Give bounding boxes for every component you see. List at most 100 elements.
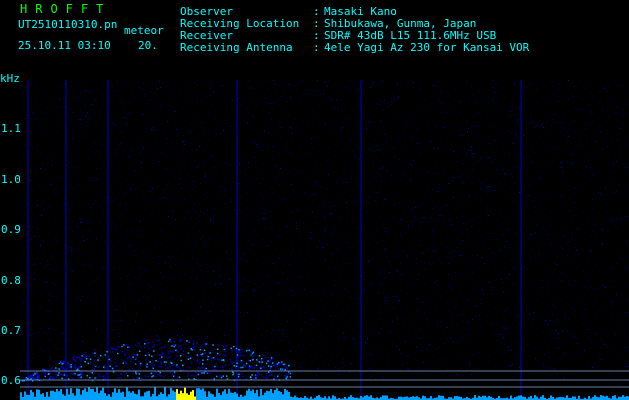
noise-pixel [508, 346, 509, 347]
echo-pixel [76, 356, 78, 359]
noise-pixel [404, 174, 405, 175]
noise-pixel [373, 232, 374, 233]
echo-pixel [91, 369, 93, 371]
spectrum-bar [116, 392, 118, 400]
spectrogram[interactable] [20, 80, 629, 400]
noise-pixel [78, 98, 79, 99]
noise-pixel [226, 251, 227, 252]
noise-pixel [167, 198, 168, 199]
noise-pixel [321, 250, 322, 251]
noise-pixel [343, 332, 344, 333]
noise-pixel [155, 142, 156, 143]
noise-pixel [322, 288, 323, 289]
noise-pixel [282, 273, 283, 274]
echo-pixel [173, 340, 175, 343]
noise-pixel [549, 366, 550, 367]
spectrum-bar [266, 390, 268, 400]
noise-pixel [85, 191, 86, 192]
noise-pixel [128, 156, 129, 157]
noise-pixel [238, 282, 239, 283]
noise-pixel [119, 267, 120, 268]
noise-pixel [381, 168, 382, 169]
noise-pixel [179, 155, 180, 156]
spectrum-bar [600, 395, 602, 400]
noise-pixel [451, 289, 452, 290]
noise-pixel [332, 325, 333, 326]
noise-pixel [452, 341, 453, 342]
noise-pixel [552, 273, 553, 274]
noise-pixel [212, 319, 213, 320]
noise-pixel [454, 229, 455, 230]
noise-pixel [463, 375, 464, 376]
noise-pixel [41, 215, 42, 216]
noise-pixel [541, 99, 542, 100]
noise-pixel [507, 308, 508, 309]
noise-pixel [68, 331, 69, 332]
echo-pixel [155, 360, 157, 362]
spectrum-bar [416, 396, 418, 400]
echo-pixel [286, 367, 289, 369]
noise-pixel [31, 247, 32, 248]
spectrum-bar [192, 390, 194, 400]
noise-pixel [494, 190, 495, 191]
noise-pixel [514, 166, 515, 167]
noise-pixel [566, 132, 567, 133]
noise-pixel [319, 324, 320, 325]
noise-pixel [410, 327, 411, 328]
spectrum-bar [204, 391, 206, 400]
noise-pixel [277, 283, 278, 284]
noise-pixel [373, 82, 374, 83]
noise-pixel [318, 368, 319, 369]
noise-pixel [348, 263, 349, 264]
noise-pixel [564, 134, 565, 135]
noise-pixel [200, 239, 201, 240]
noise-pixel [338, 374, 339, 375]
noise-pixel [112, 165, 113, 166]
noise-pixel [503, 292, 504, 293]
noise-pixel [40, 263, 41, 264]
spectrum-bar [360, 395, 362, 400]
echo-pixel [263, 354, 265, 356]
echo-pixel [224, 347, 226, 350]
noise-pixel [291, 253, 292, 254]
noise-pixel [403, 250, 404, 251]
noise-pixel [251, 88, 252, 89]
noise-pixel [151, 91, 152, 92]
noise-pixel [410, 181, 411, 182]
noise-pixel [164, 133, 165, 134]
noise-pixel [165, 138, 166, 139]
noise-pixel [314, 118, 315, 119]
noise-pixel [441, 284, 442, 285]
noise-pixel [358, 184, 359, 185]
noise-pixel [621, 254, 622, 255]
noise-pixel [557, 338, 558, 339]
noise-pixel [320, 94, 321, 95]
noise-pixel [615, 225, 616, 226]
noise-pixel [350, 237, 351, 238]
echo-pixel [182, 353, 185, 355]
noise-pixel [203, 289, 204, 290]
noise-pixel [363, 128, 364, 129]
spectrum-bar [138, 389, 140, 400]
noise-pixel [298, 358, 299, 359]
noise-pixel [462, 232, 463, 233]
noise-pixel [623, 110, 624, 111]
noise-pixel [180, 172, 181, 173]
noise-pixel [229, 330, 230, 331]
noise-pixel [269, 306, 270, 307]
echo-pixel [249, 360, 251, 362]
noise-pixel [37, 205, 38, 206]
noise-pixel [404, 319, 405, 320]
noise-pixel [32, 333, 33, 334]
noise-pixel [339, 250, 340, 251]
noise-pixel [616, 293, 617, 294]
noise-pixel [545, 309, 546, 310]
echo-pixel [57, 374, 59, 376]
noise-pixel [596, 236, 597, 237]
noise-pixel [558, 359, 559, 360]
echo-pixel [63, 361, 65, 364]
spectrum-bar [438, 395, 440, 400]
noise-pixel [143, 296, 144, 297]
noise-pixel [345, 289, 346, 290]
noise-pixel [548, 281, 549, 282]
